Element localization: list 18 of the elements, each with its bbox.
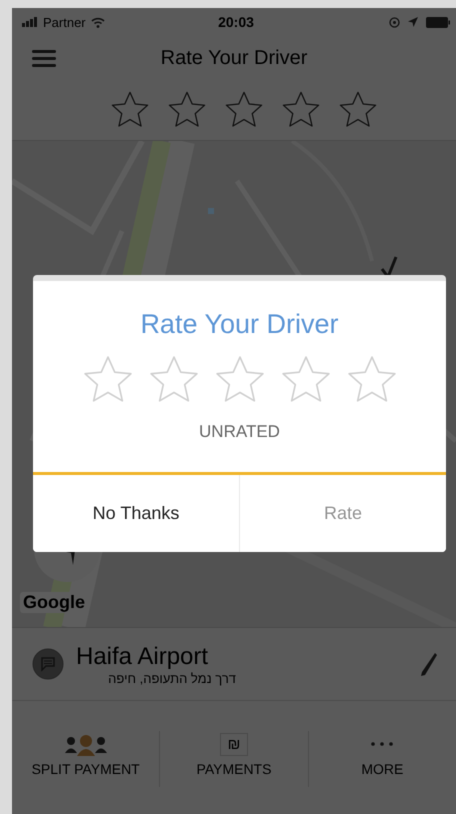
tab-button[interactable]: ₪ PAYMENTS <box>159 731 308 787</box>
more-icon <box>371 742 394 746</box>
rating-status: UNRATED <box>199 422 280 442</box>
carrier-name: Partner <box>43 14 86 30</box>
screen-title: Rate Your Driver <box>160 46 308 70</box>
location-arrow-icon <box>408 17 418 27</box>
tab-button[interactable]: SPLIT PAYMENT <box>12 731 160 787</box>
destination-address: דרך נמל התעופה, חיפה <box>107 670 236 686</box>
clock-time: 20:03 <box>218 14 254 30</box>
battery-icon <box>426 16 450 28</box>
shekel-icon: ₪ <box>220 732 248 756</box>
wifi-icon <box>90 16 105 28</box>
destination-name: Haifa Airport <box>76 642 210 670</box>
edit-icon[interactable] <box>420 651 438 677</box>
dialog-title: Rate Your Driver <box>140 309 339 340</box>
tab-button[interactable]: MORE <box>308 731 456 787</box>
signal-icon <box>22 17 38 27</box>
menu-icon[interactable] <box>32 49 56 67</box>
